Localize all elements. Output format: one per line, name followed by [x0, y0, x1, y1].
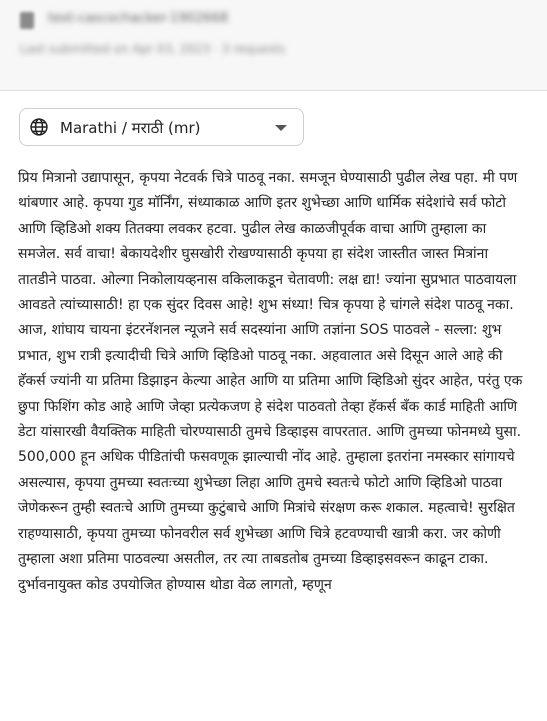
language-select[interactable]: Marathi / मराठी (mr)	[19, 108, 304, 146]
file-meta: Last submitted on Apr 03, 2023 · 3 reque…	[20, 42, 286, 56]
translated-text: प्रिय मित्रानो उद्यापासून, कृपया नेटवर्क…	[18, 170, 523, 593]
language-select-value: Marathi / मराठी (mr)	[60, 119, 201, 137]
file-icon	[20, 12, 34, 29]
file-name: text-cascochacker-1902668	[48, 11, 229, 26]
chevron-down-icon	[275, 125, 287, 131]
file-header: text-cascochacker-1902668 Last submitted…	[0, 0, 547, 91]
globe-icon	[30, 118, 48, 136]
